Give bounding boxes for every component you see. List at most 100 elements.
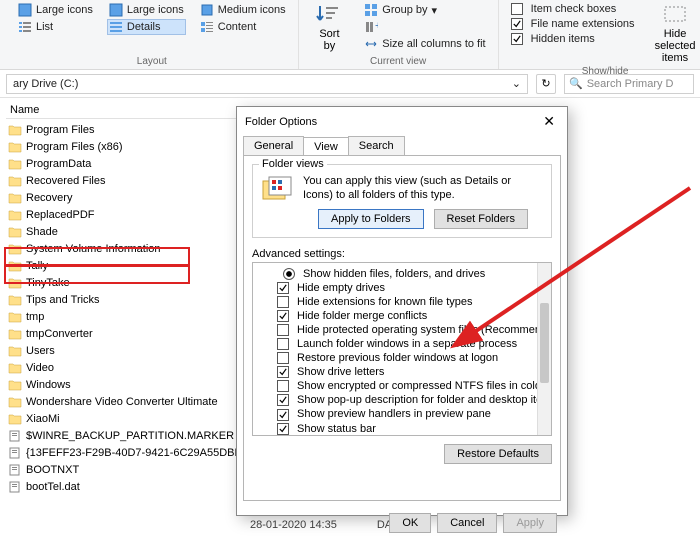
list-item[interactable]: Video [6,359,260,376]
check-item-boxes[interactable]: Item check boxes [509,2,637,16]
search-input[interactable]: 🔍 Search Primary D [564,74,694,94]
tab-general[interactable]: General [243,136,304,155]
refresh-button[interactable]: ↻ [536,74,556,94]
adv-checkbox[interactable]: Hide folder merge conflicts [255,309,549,323]
cancel-button[interactable]: Cancel [437,513,497,533]
view-list[interactable]: List [16,19,95,35]
file-name: Program Files (x86) [26,141,123,153]
adv-checkbox[interactable]: Show drive letters [255,365,549,379]
list-item[interactable]: Recovered Files [6,172,260,189]
chk-label: Item check boxes [531,3,617,15]
adv-checkbox[interactable]: Show status bar [255,422,549,436]
list-item[interactable]: TinyTake [6,274,260,291]
view-medium-icons[interactable]: Medium icons [198,2,288,18]
sort-label: Sort by [315,28,345,52]
view-large-icons[interactable]: Large icons [16,2,95,18]
folder-views-group: Folder views You can apply this view (su… [252,164,552,238]
adv-checkbox[interactable]: Restore previous folder windows at logon [255,351,549,365]
list-item[interactable]: Wondershare Video Converter Ultimate [6,393,260,410]
file-name: Recovered Files [26,175,105,187]
list-item[interactable]: Program Files [6,121,260,138]
add-columns-button[interactable]: + [362,19,487,35]
adv-label: Show encrypted or compressed NTFS files … [297,380,545,392]
list-item[interactable]: bootTel.dat [6,478,260,495]
list-item[interactable]: Windows [6,376,260,393]
checkbox-icon [277,282,293,294]
size-columns-icon [364,37,378,51]
file-name: ReplacedPDF [26,209,94,221]
adv-checkbox[interactable]: Hide protected operating system files (R… [255,323,549,337]
folder-icon [8,226,22,238]
adv-label: Show pop-up description for folder and d… [297,394,552,406]
adv-checkbox[interactable]: Show preview handlers in preview pane [255,407,549,421]
list-item[interactable]: tmp [6,308,260,325]
folder-icon [8,277,22,289]
list-item[interactable]: ReplacedPDF [6,206,260,223]
apply-button[interactable]: Apply [503,513,557,533]
list-item[interactable]: $WINRE_BACKUP_PARTITION.MARKER [6,427,260,444]
hide-selected-button[interactable]: Hide selected items [649,2,700,66]
folder-icon [8,362,22,374]
adv-checkbox[interactable]: Launch folder windows in a separate proc… [255,337,549,351]
address-bar: ary Drive (C:) ⌄ ↻ 🔍 Search Primary D [0,70,700,98]
size-columns-button[interactable]: Size all columns to fit [362,36,487,52]
chevron-down-icon[interactable]: ⌄ [512,77,521,90]
adv-checkbox[interactable]: Show encrypted or compressed NTFS files … [255,379,549,393]
folder-icon [8,243,22,255]
view-large-icons-2[interactable]: Large icons [107,2,186,18]
folder-icon [8,141,22,153]
adv-label: Restore previous folder windows at logon [297,352,498,364]
list-item[interactable]: BOOTNXT [6,461,260,478]
list-item[interactable]: Tally [6,257,260,274]
file-name: BOOTNXT [26,464,79,476]
address-path[interactable]: ary Drive (C:) ⌄ [6,74,528,94]
apply-to-folders-button[interactable]: Apply to Folders [318,209,423,229]
check-hidden-items[interactable]: Hidden items [509,32,637,46]
restore-defaults-button[interactable]: Restore Defaults [444,444,552,464]
list-item[interactable]: Shade [6,223,260,240]
list-item[interactable]: {13FEFF23-F29B-40D7-9421-6C29A55DBE... [6,444,260,461]
tab-search[interactable]: Search [348,136,405,155]
view-details[interactable]: Details [107,19,186,35]
list-item[interactable]: Users [6,342,260,359]
check-file-extensions[interactable]: File name extensions [509,17,637,31]
folder-icon [8,311,22,323]
view-content[interactable]: Content [198,19,288,35]
reset-folders-button[interactable]: Reset Folders [434,209,528,229]
checkbox-icon [277,324,293,336]
file-name: System Volume Information [26,243,161,255]
list-item[interactable]: Program Files (x86) [6,138,260,155]
adv-label: Show hidden files, folders, and drives [303,268,485,280]
list-item[interactable]: Tips and Tricks [6,291,260,308]
checkbox-icon [277,296,293,308]
scrollbar[interactable] [537,263,551,435]
group-icon [364,3,378,17]
scrollbar-thumb[interactable] [540,303,549,383]
folder-views-icon [261,175,295,205]
adv-label: Show status bar [297,423,376,435]
list-item[interactable]: ProgramData [6,155,260,172]
file-name: {13FEFF23-F29B-40D7-9421-6C29A55DBE... [26,447,251,459]
file-name: bootTel.dat [26,481,80,493]
list-icon [18,20,32,34]
advanced-settings-list[interactable]: Show hidden files, folders, and drivesHi… [252,262,552,436]
list-item[interactable]: Recovery [6,189,260,206]
list-item[interactable]: tmpConverter [6,325,260,342]
list-item[interactable]: System Volume Information [6,240,260,257]
adv-checkbox[interactable]: Hide empty drives [255,281,549,295]
adv-checkbox[interactable]: Show pop-up description for folder and d… [255,393,549,407]
dialog-tabs: General View Search [237,136,567,155]
ok-button[interactable]: OK [389,513,431,533]
chk-label: Hidden items [531,33,595,45]
adv-checkbox[interactable]: Hide extensions for known file types [255,295,549,309]
sort-by-button[interactable]: Sort by [309,2,351,54]
chevron-down-icon: ▾ [432,4,438,17]
group-by-button[interactable]: Group by ▾ [362,2,487,18]
adv-radio[interactable]: Show hidden files, folders, and drives [255,267,549,281]
tab-view[interactable]: View [303,137,349,156]
close-button[interactable]: ✕ [539,113,559,130]
column-header-name[interactable]: Name [6,102,260,119]
list-item[interactable]: XiaoMi [6,410,260,427]
file-icon [8,447,22,459]
file-name: Shade [26,226,58,238]
